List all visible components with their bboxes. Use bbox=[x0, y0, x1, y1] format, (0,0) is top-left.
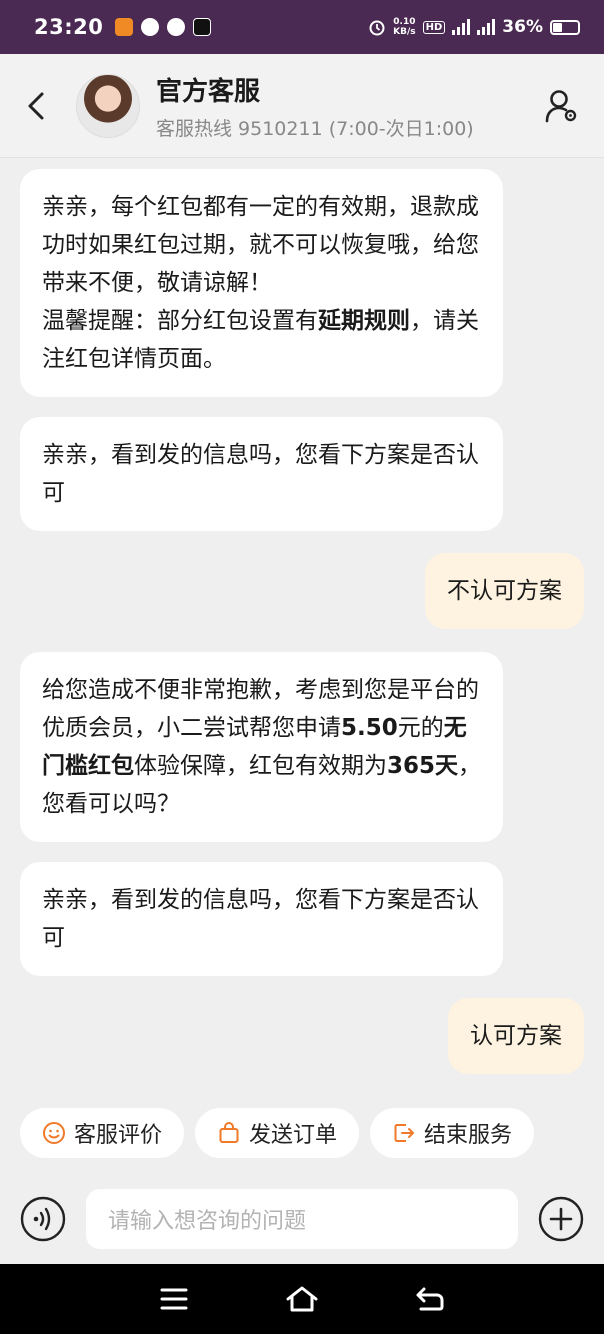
back-arrow-icon bbox=[416, 1287, 444, 1311]
message-text: 亲亲，每个红包都有一定的有效期，退款成功时如果红包过期，就不可以恢复哦，给您带来… bbox=[42, 194, 479, 296]
message-bubble: 亲亲，看到发的信息吗，您看下方案是否认可 bbox=[20, 417, 503, 531]
status-right: 0.10 KB/s HD 36% bbox=[368, 17, 580, 37]
hd-icon: HD bbox=[422, 20, 446, 34]
message-text: 元的 bbox=[397, 715, 444, 741]
message-text: 体验保障，红包有效期为 bbox=[134, 753, 387, 779]
plus-icon bbox=[538, 1196, 584, 1242]
message-text-bold: 延期规则 bbox=[318, 308, 410, 334]
message-bubble: 亲亲，每个红包都有一定的有效期，退款成功时如果红包过期，就不可以恢复哦，给您带来… bbox=[20, 169, 503, 397]
app-notification-icon bbox=[115, 18, 134, 36]
status-bar: 23:20 0.10 KB/s HD 36% bbox=[0, 0, 604, 54]
speed-value: 0.10 bbox=[393, 17, 416, 27]
signal-icon-2 bbox=[477, 19, 496, 35]
hotline-text: 客服热线 9510211 (7:00-次日1:00) bbox=[156, 117, 474, 140]
tiktok-icon bbox=[193, 18, 212, 36]
message-text: 不认可方案 bbox=[447, 578, 562, 604]
back-button[interactable] bbox=[0, 54, 74, 158]
quick-actions: 客服评价 发送订单 结束服务 bbox=[0, 1092, 604, 1174]
message-text-bold: 5.50 bbox=[341, 715, 398, 741]
smile-icon bbox=[43, 1122, 65, 1144]
send-order-button[interactable]: 发送订单 bbox=[195, 1108, 360, 1158]
rate-service-button[interactable]: 客服评价 bbox=[20, 1108, 185, 1158]
message-bubble-self: 认可方案 bbox=[448, 998, 584, 1074]
user-settings-icon bbox=[545, 89, 577, 122]
shopping-bag-icon bbox=[219, 1122, 239, 1143]
chat-header: 官方客服 客服热线 9510211 (7:00-次日1:00) bbox=[0, 54, 604, 158]
input-bar: 请输入想咨询的问题 bbox=[0, 1174, 604, 1264]
battery-icon bbox=[550, 19, 580, 35]
speed-unit: KB/s bbox=[393, 27, 416, 37]
network-speed: 0.10 KB/s bbox=[393, 17, 415, 37]
message-bubble: 给您造成不便非常抱歉，考虑到您是平台的优质会员，小二尝试帮您申请5.50元的无门… bbox=[20, 652, 503, 842]
chevron-left-icon bbox=[28, 92, 44, 119]
send-order-label: 发送订单 bbox=[249, 1123, 338, 1148]
end-service-label: 结束服务 bbox=[424, 1123, 513, 1148]
message-bubble: 亲亲，看到发的信息吗，您看下方案是否认可 bbox=[20, 862, 503, 976]
notification-icons bbox=[115, 18, 212, 36]
home-icon bbox=[286, 1286, 318, 1312]
message-input[interactable]: 请输入想咨询的问题 bbox=[86, 1189, 518, 1249]
nav-back-button[interactable] bbox=[410, 1279, 450, 1319]
menu-icon bbox=[160, 1288, 188, 1310]
system-nav-bar bbox=[0, 1264, 604, 1334]
nav-home-button[interactable] bbox=[282, 1279, 322, 1319]
more-button[interactable] bbox=[538, 1196, 584, 1242]
message-text-bold: 365天 bbox=[387, 753, 459, 779]
message-text: 温馨提醒：部分红包设置有 bbox=[42, 308, 318, 334]
chat-list[interactable]: 亲亲，每个红包都有一定的有效期，退款成功时如果红包过期，就不可以恢复哦，给您带来… bbox=[0, 158, 604, 1092]
nav-menu-button[interactable] bbox=[154, 1279, 194, 1319]
voice-icon bbox=[20, 1196, 66, 1242]
signal-icon bbox=[452, 19, 471, 35]
exit-icon bbox=[394, 1124, 415, 1142]
rate-service-label: 客服评价 bbox=[74, 1123, 163, 1148]
wechat-icon bbox=[167, 18, 186, 36]
avatar[interactable] bbox=[76, 73, 140, 138]
status-time: 23:20 bbox=[34, 15, 104, 39]
message-text: 亲亲，看到发的信息吗，您看下方案是否认可 bbox=[42, 887, 479, 951]
header-text: 官方客服 客服热线 9510211 (7:00-次日1:00) bbox=[156, 71, 474, 141]
battery-fill bbox=[553, 22, 562, 32]
battery-percent: 36% bbox=[502, 17, 543, 37]
alarm-icon bbox=[369, 20, 385, 36]
user-settings-button[interactable] bbox=[520, 88, 604, 124]
page-title: 官方客服 bbox=[156, 76, 261, 107]
message-bubble-self: 不认可方案 bbox=[425, 553, 584, 629]
message-text: 亲亲，看到发的信息吗，您看下方案是否认可 bbox=[42, 442, 479, 506]
voice-button[interactable] bbox=[20, 1196, 66, 1242]
end-service-button[interactable]: 结束服务 bbox=[370, 1108, 535, 1158]
message-icon bbox=[141, 18, 160, 36]
message-text: 认可方案 bbox=[470, 1023, 562, 1049]
